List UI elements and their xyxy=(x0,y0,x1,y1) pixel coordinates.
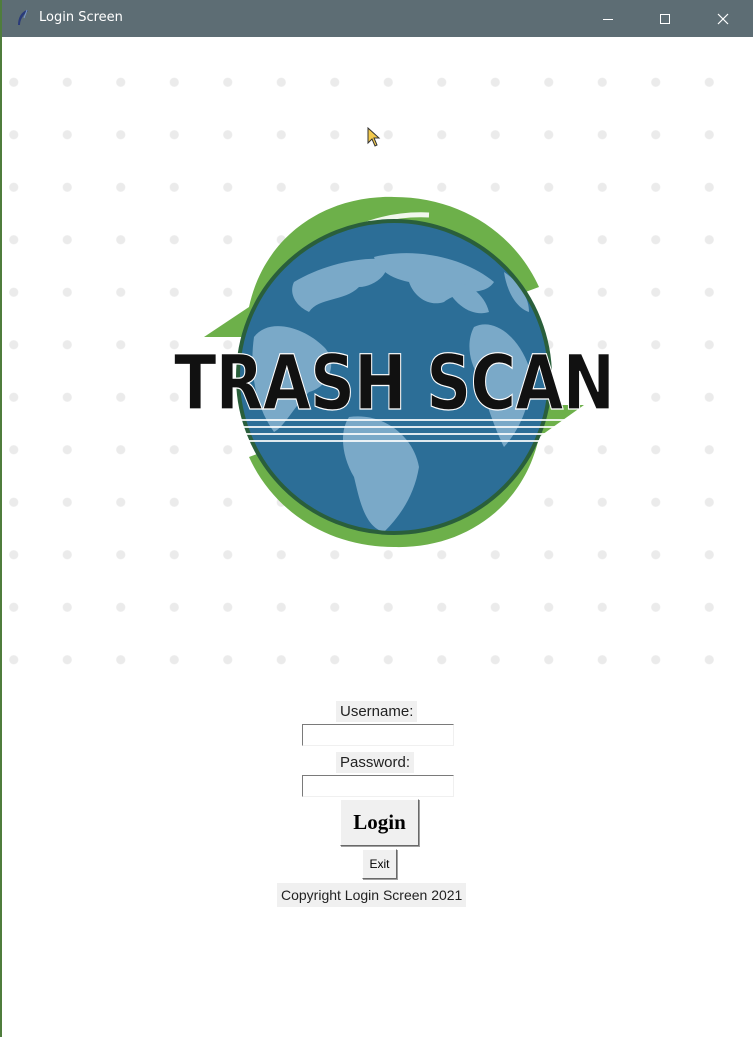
minimize-icon xyxy=(603,18,613,20)
copyright-text: Copyright Login Screen 2021 xyxy=(277,883,467,907)
login-button[interactable]: Login xyxy=(340,799,419,846)
close-icon xyxy=(717,13,729,24)
close-button[interactable] xyxy=(700,0,746,37)
title-bar[interactable]: Login Screen xyxy=(2,0,753,37)
feather-icon xyxy=(18,9,28,25)
minimize-button[interactable] xyxy=(585,0,631,37)
exit-button[interactable]: Exit xyxy=(362,849,397,879)
username-label: Username: xyxy=(336,701,418,722)
maximize-button[interactable] xyxy=(642,0,688,37)
maximize-icon xyxy=(660,13,670,24)
username-input[interactable] xyxy=(302,724,454,746)
login-window: Login Screen TRASH SCAN Username: Passwo… xyxy=(0,0,753,1037)
trash-scan-logo: TRASH SCAN xyxy=(173,196,616,548)
password-label: Password: xyxy=(336,752,415,773)
password-input[interactable] xyxy=(302,775,454,797)
mouse-cursor-icon xyxy=(367,127,381,147)
client-area: TRASH SCAN Username: Password: Login Exi… xyxy=(4,37,753,1037)
window-title: Login Screen xyxy=(39,10,123,25)
logo-text: TRASH SCAN xyxy=(174,338,614,427)
